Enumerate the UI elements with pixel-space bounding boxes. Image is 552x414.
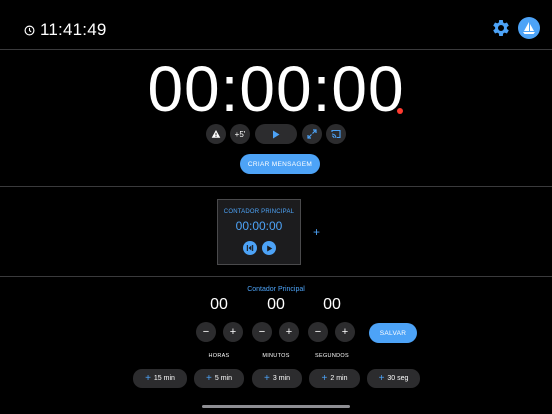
timer-card-reset-button[interactable] (243, 241, 257, 255)
minutes-label: MINUTOS (262, 353, 290, 359)
plus-icon: + (321, 372, 328, 384)
add-timer-button[interactable]: + (313, 225, 320, 239)
timer-card-title: CONTADOR PRINCIPAL (223, 209, 295, 215)
plus-icon: + (264, 372, 270, 384)
main-timer: 00:00:00 (147, 53, 405, 125)
hours-label: HORAS (208, 353, 230, 359)
home-indicator[interactable] (202, 405, 350, 408)
hours-minus-button[interactable]: − (196, 322, 216, 342)
clock-icon (24, 25, 35, 35)
editor-title: Contador Principal (247, 286, 305, 293)
divider-top (0, 49, 552, 50)
sailboat-icon (523, 22, 535, 34)
hours-plus-button[interactable]: + (223, 322, 243, 342)
timer-controls: +5' (0, 124, 552, 144)
minutes-plus-button[interactable]: + (279, 322, 299, 342)
plus-icon: + (378, 372, 385, 384)
quick-add-3min-button[interactable]: + 3 min (252, 369, 302, 388)
expand-icon (307, 129, 317, 139)
create-message-button[interactable]: CRIAR MENSAGEM (240, 154, 320, 174)
quick-add-label: 15 min (153, 375, 175, 382)
seconds-plus-button[interactable]: + (335, 322, 355, 342)
skip-icon (246, 245, 254, 251)
cast-icon (331, 129, 341, 139)
plus-icon: + (206, 372, 212, 384)
seconds-label: SEGUNDOS (315, 353, 349, 359)
minutes-minus-button[interactable]: − (252, 322, 272, 342)
quick-add-5min-button[interactable]: + 5 min (194, 369, 244, 388)
seconds-value[interactable]: 00 (317, 296, 347, 314)
timer-card-play-button[interactable] (262, 241, 276, 255)
profile-button[interactable] (518, 17, 540, 39)
divider-middle (0, 186, 552, 187)
plus-icon: + (145, 372, 151, 384)
play-icon (266, 245, 272, 251)
divider-bottom (0, 276, 552, 277)
hours-value[interactable]: 00 (204, 296, 234, 314)
warning-button[interactable] (206, 124, 226, 144)
warning-icon (211, 130, 221, 138)
recording-indicator (397, 108, 403, 114)
quick-add-label: 3 min (272, 375, 290, 382)
fullscreen-button[interactable] (302, 124, 322, 144)
cast-button[interactable] (326, 124, 346, 144)
quick-add-15min-button[interactable]: + 15 min (133, 369, 187, 388)
quick-add-label: 30 seg (387, 375, 409, 382)
quick-add-30sec-button[interactable]: + 30 seg (367, 369, 420, 388)
plus5-button[interactable]: +5' (230, 124, 250, 144)
quick-add-label: 5 min (214, 375, 232, 382)
play-button[interactable] (255, 124, 297, 144)
quick-add-label: 2 min (330, 375, 348, 382)
settings-button[interactable] (490, 17, 512, 39)
play-icon (273, 130, 280, 138)
timer-card[interactable]: CONTADOR PRINCIPAL 00:00:00 (217, 199, 301, 265)
gear-icon (493, 20, 509, 36)
seconds-minus-button[interactable]: − (308, 322, 328, 342)
minutes-value[interactable]: 00 (261, 296, 291, 314)
timer-card-time: 00:00:00 (235, 219, 283, 233)
clock-time: 11:41:49 (40, 20, 107, 39)
save-button[interactable]: SALVAR (369, 323, 417, 343)
quick-add-2min-button[interactable]: + 2 min (309, 369, 360, 388)
status-clock: 11:41:49 (24, 20, 107, 40)
